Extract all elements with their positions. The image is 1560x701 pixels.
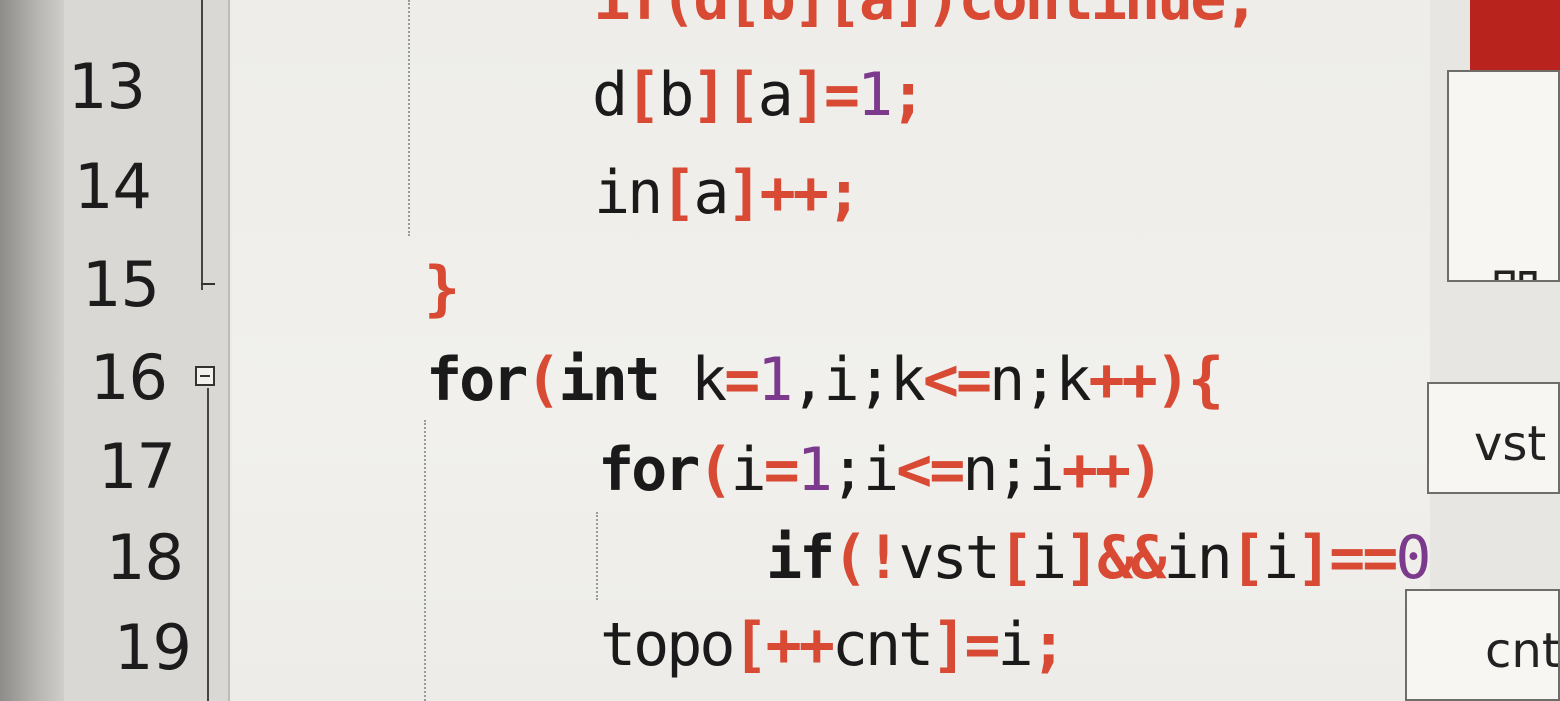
line-number-16: 16 (90, 341, 168, 414)
code-line-13: d[b][a]=1; (592, 60, 926, 130)
fold-end-marker (201, 283, 215, 285)
panel-button[interactable]: 即 (1447, 70, 1560, 282)
code-fragment: <= (922, 345, 992, 415)
code-fragment: 0 (1395, 523, 1431, 593)
code-fragment: ][ (691, 60, 760, 130)
code-fragment: for (598, 435, 700, 505)
code-fragment: ,i;k (790, 345, 925, 415)
indent-guide (424, 420, 426, 701)
line-number-13: 13 (68, 50, 146, 123)
code-fragment: [ (1229, 523, 1266, 593)
code-fragment: ; (890, 60, 926, 130)
code-line-17: for(i=1;i<=n;i++) (598, 435, 1164, 505)
code-fragment: i (997, 610, 1034, 680)
code-fragment: = (724, 345, 760, 415)
code-fragment: <= (896, 435, 965, 505)
code-fragment: = (763, 435, 800, 505)
line-number-19: 19 (114, 611, 192, 684)
code-fragment: (! (832, 523, 901, 593)
line-number-15: 15 (82, 248, 160, 321)
watch-variable-label: vst (1474, 416, 1547, 472)
code-fragment: if(d[b][a])continue; (594, 0, 1259, 34)
code-fragment: d (592, 60, 628, 130)
indent-guide (408, 0, 410, 236)
code-fragment: in (594, 158, 663, 228)
code-line-19: topo[++cnt]=i; (600, 610, 1067, 680)
code-fragment: n;k (989, 345, 1091, 415)
code-fragment: [++ (732, 610, 835, 680)
code-fragment: } (424, 254, 460, 324)
code-fragment: ]= (790, 60, 860, 130)
code-fragment: n;i (962, 435, 1064, 505)
screen-bezel (0, 0, 64, 701)
code-fragment: ; (1030, 610, 1067, 680)
code-line-14: in[a]++; (594, 158, 862, 228)
code-fragment: [ (997, 523, 1034, 593)
code-fragment: ;i (829, 435, 899, 505)
code-fragment: 1 (857, 60, 893, 130)
indent-guide (596, 512, 598, 600)
code-fragment: vst (898, 523, 1001, 593)
code-fragment: cnt (831, 610, 934, 680)
code-fragment: topo (600, 610, 735, 680)
code-line-18: if(!vst[i]&&in[i]==0) (766, 523, 1465, 593)
fold-line (207, 388, 209, 701)
code-fragment: [ (625, 60, 661, 130)
code-fragment: ( (697, 435, 733, 505)
code-fragment: ( (525, 345, 561, 415)
code-fragment: a (693, 158, 729, 228)
fold-line (201, 0, 203, 290)
code-line-16: for(int k=1,i;k<=n;k++){ (426, 345, 1224, 415)
code-fragment: [ (660, 158, 696, 228)
code-line-15: } (424, 254, 460, 324)
code-fragment: b (658, 60, 694, 130)
code-fragment: k (657, 345, 727, 415)
red-header-bar (1470, 0, 1560, 72)
code-line-12: if(d[b][a])continue; (594, 0, 1259, 34)
code-fragment: ]= (931, 610, 1000, 680)
code-fragment: if (766, 523, 835, 593)
code-fragment: ]&& (1064, 523, 1166, 593)
panel-button-label: 即 (1489, 252, 1541, 280)
line-number-17: 17 (98, 430, 176, 503)
code-fragment: ++ (1061, 435, 1131, 505)
watch-variable-label: cnt (1485, 623, 1560, 679)
code-fragment: in (1163, 523, 1233, 593)
line-number-14: 14 (74, 150, 152, 223)
watch-variable-vst[interactable]: vst (1427, 382, 1560, 494)
watch-variable-cnt[interactable]: cnt (1405, 589, 1560, 701)
line-number-18: 18 (106, 521, 184, 594)
code-fragment: a (757, 60, 794, 130)
fold-collapse-icon[interactable] (195, 366, 215, 386)
code-fragment: 1 (796, 435, 833, 505)
code-fragment: ++ (1088, 345, 1158, 415)
code-fragment: i (1262, 523, 1299, 593)
code-fragment: 1 (757, 345, 793, 415)
code-fragment: ]== (1296, 523, 1398, 593)
code-fragment: ){ (1154, 345, 1224, 415)
code-fragment: i (1031, 523, 1067, 593)
code-fragment: int (558, 345, 661, 415)
code-fragment: for (426, 345, 528, 415)
gutter-divider (228, 0, 230, 701)
code-fragment: ) (1128, 435, 1164, 505)
code-fragment: i (730, 435, 767, 505)
code-fragment: ]++; (726, 158, 862, 228)
